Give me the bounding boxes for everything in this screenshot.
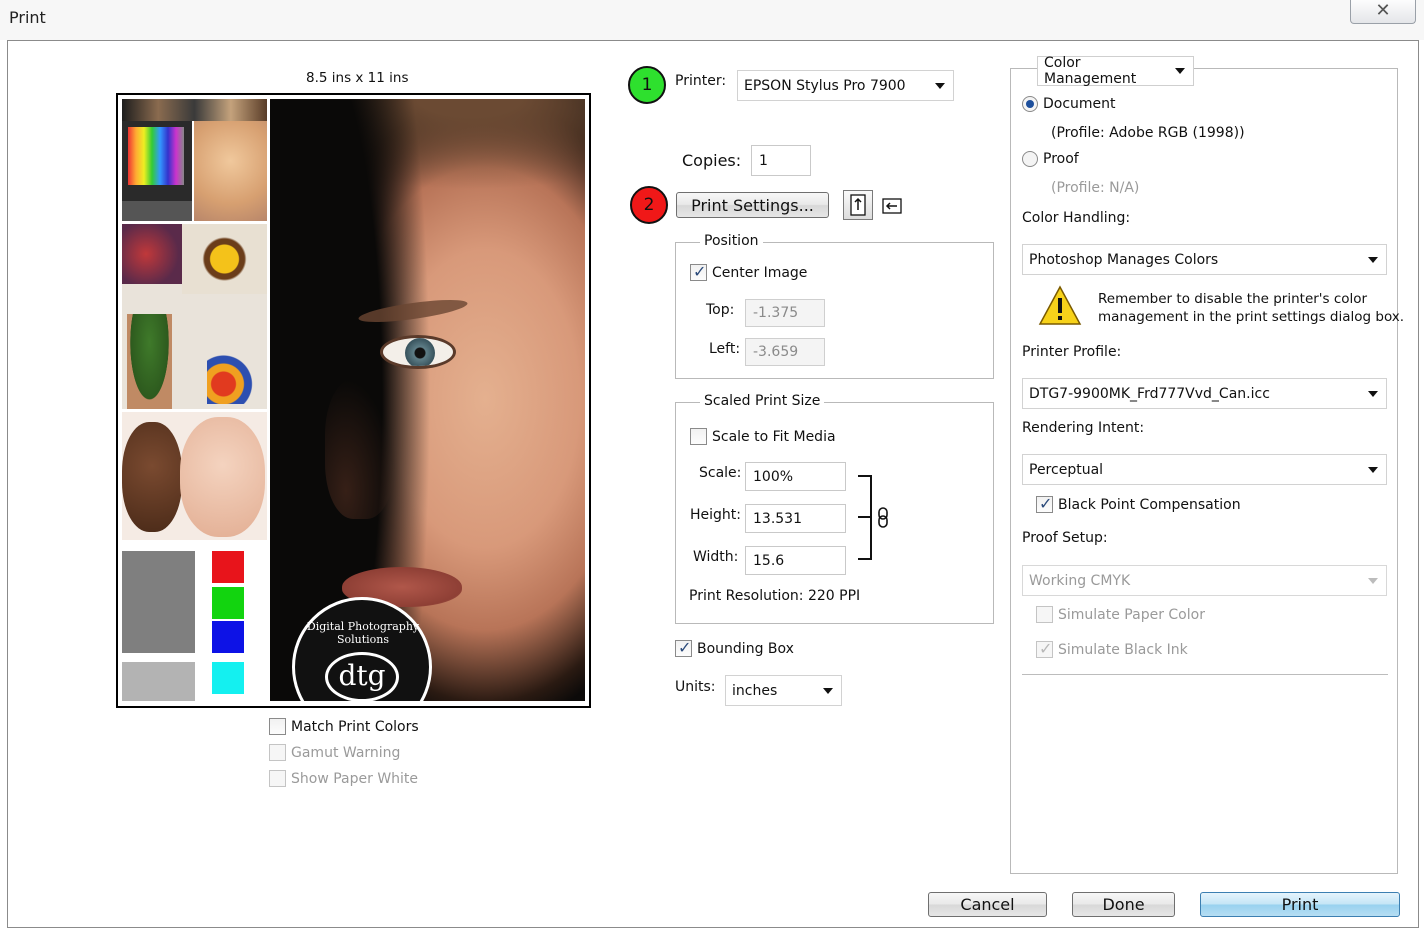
units-label: Units: bbox=[675, 679, 716, 695]
checkmark-icon: ✓ bbox=[678, 638, 692, 657]
swatch-red bbox=[212, 551, 244, 583]
black-point-checkbox[interactable]: ✓ Black Point Compensation bbox=[1036, 494, 1241, 513]
print-button[interactable]: Print bbox=[1200, 892, 1400, 917]
chevron-down-icon bbox=[1368, 466, 1378, 473]
print-settings-button[interactable]: Print Settings... bbox=[676, 192, 829, 218]
checkbox-box bbox=[269, 770, 286, 787]
cancel-button[interactable]: Cancel bbox=[928, 892, 1047, 917]
scale-input[interactable]: 100% bbox=[745, 462, 846, 491]
scale-to-fit-checkbox[interactable]: Scale to Fit Media bbox=[690, 428, 836, 445]
width-input[interactable]: 15.6 bbox=[745, 546, 846, 575]
link-proportions-icon[interactable] bbox=[877, 507, 889, 533]
radio-button[interactable] bbox=[1022, 96, 1038, 112]
position-group-title: Position bbox=[700, 233, 763, 249]
warning-line-2: management in the print settings dialog … bbox=[1098, 309, 1405, 325]
units-select[interactable]: inches bbox=[725, 675, 842, 706]
document-radio[interactable]: Document bbox=[1022, 96, 1116, 112]
chevron-down-icon bbox=[935, 82, 945, 89]
scale-label: Scale: bbox=[699, 465, 742, 481]
bracket-tick bbox=[858, 516, 872, 518]
rendering-intent-select[interactable]: Perceptual bbox=[1022, 454, 1387, 485]
checkmark-icon: ✓ bbox=[693, 262, 707, 281]
preview-collage bbox=[122, 99, 267, 701]
simulate-paper-color-checkbox: Simulate Paper Color bbox=[1036, 606, 1205, 623]
simulate-black-ink-checkbox: ✓ Simulate Black Ink bbox=[1036, 639, 1188, 658]
radio-button[interactable] bbox=[1022, 151, 1038, 167]
proof-profile-label: (Profile: N/A) bbox=[1051, 180, 1140, 196]
height-label: Height: bbox=[690, 507, 741, 523]
gamut-warning-checkbox: Gamut Warning bbox=[269, 744, 400, 761]
portrait-photo: Digital Photography Solutions dtg bbox=[270, 99, 585, 701]
swatch-green bbox=[212, 587, 244, 619]
checkbox-box[interactable] bbox=[269, 718, 286, 735]
show-paper-white-checkbox: Show Paper White bbox=[269, 770, 418, 787]
printer-select[interactable]: EPSON Stylus Pro 7900 bbox=[737, 70, 954, 101]
center-image-checkbox[interactable]: ✓ Center Image bbox=[690, 262, 807, 281]
warning-line-1: Remember to disable the printer's color bbox=[1098, 291, 1368, 307]
checkbox-box[interactable] bbox=[690, 428, 707, 445]
color-management-select[interactable]: Color Management bbox=[1037, 55, 1194, 87]
warning-icon bbox=[1038, 284, 1082, 332]
width-label: Width: bbox=[693, 549, 739, 565]
title-bar bbox=[0, 0, 1424, 40]
rendering-intent-label: Rendering Intent: bbox=[1022, 420, 1145, 436]
document-profile-label: (Profile: Adobe RGB (1998)) bbox=[1051, 125, 1245, 141]
close-icon: ✕ bbox=[1375, 0, 1391, 21]
swatch-light-gray bbox=[122, 662, 195, 701]
scaled-group-title: Scaled Print Size bbox=[700, 393, 825, 409]
chevron-down-icon bbox=[823, 687, 833, 694]
annotation-badge-2: 2 bbox=[630, 186, 668, 224]
top-input: -1.375 bbox=[745, 299, 825, 327]
proof-radio[interactable]: Proof bbox=[1022, 151, 1079, 167]
annotation-badge-1: 1 bbox=[628, 66, 666, 104]
chevron-down-icon bbox=[1368, 577, 1378, 584]
swatch-gray bbox=[122, 551, 195, 653]
checkmark-icon: ✓ bbox=[1039, 494, 1053, 513]
portrait-orientation-button[interactable] bbox=[843, 190, 873, 220]
top-label: Top: bbox=[706, 302, 735, 318]
left-label: Left: bbox=[709, 341, 741, 357]
divider bbox=[1022, 674, 1388, 675]
print-preview: Digital Photography Solutions dtg bbox=[116, 93, 591, 708]
color-handling-label: Color Handling: bbox=[1022, 210, 1131, 226]
checkbox-box: ✓ bbox=[1036, 639, 1053, 658]
checkmark-icon: ✓ bbox=[1039, 639, 1053, 658]
swatch-blue bbox=[212, 621, 244, 653]
chevron-down-icon bbox=[1368, 390, 1378, 397]
printer-label: Printer: bbox=[675, 73, 727, 89]
portrait-orientation-icon bbox=[850, 194, 866, 216]
swatch-cyan bbox=[212, 662, 244, 694]
chevron-down-icon bbox=[1175, 68, 1185, 74]
window-title: Print bbox=[9, 8, 46, 27]
proof-setup-label: Proof Setup: bbox=[1022, 530, 1108, 546]
done-button[interactable]: Done bbox=[1072, 892, 1175, 917]
close-button[interactable]: ✕ bbox=[1350, 0, 1416, 24]
paper-size-label: 8.5 ins x 11 ins bbox=[306, 70, 409, 86]
checkbox-box bbox=[1036, 606, 1053, 623]
checkbox-box[interactable]: ✓ bbox=[1036, 494, 1053, 513]
bounding-box-checkbox[interactable]: ✓ Bounding Box bbox=[675, 638, 794, 657]
print-resolution-label: Print Resolution: 220 PPI bbox=[689, 588, 861, 604]
landscape-orientation-icon bbox=[882, 198, 902, 214]
checkbox-box[interactable]: ✓ bbox=[690, 262, 707, 281]
chevron-down-icon bbox=[1368, 256, 1378, 263]
copies-label: Copies: bbox=[682, 151, 742, 170]
left-input: -3.659 bbox=[745, 338, 825, 366]
match-print-colors-checkbox[interactable]: Match Print Colors bbox=[269, 718, 419, 735]
height-input[interactable]: 13.531 bbox=[745, 504, 846, 533]
printer-profile-select[interactable]: DTG7-9900MK_Frd777Vvd_Can.icc bbox=[1022, 378, 1387, 409]
color-handling-select[interactable]: Photoshop Manages Colors bbox=[1022, 244, 1387, 275]
checkbox-box bbox=[269, 744, 286, 761]
printer-profile-label: Printer Profile: bbox=[1022, 344, 1122, 360]
landscape-orientation-button[interactable] bbox=[879, 193, 905, 219]
checkbox-box[interactable]: ✓ bbox=[675, 638, 692, 657]
proof-setup-select: Working CMYK bbox=[1022, 565, 1387, 596]
copies-input[interactable]: 1 bbox=[751, 145, 811, 176]
